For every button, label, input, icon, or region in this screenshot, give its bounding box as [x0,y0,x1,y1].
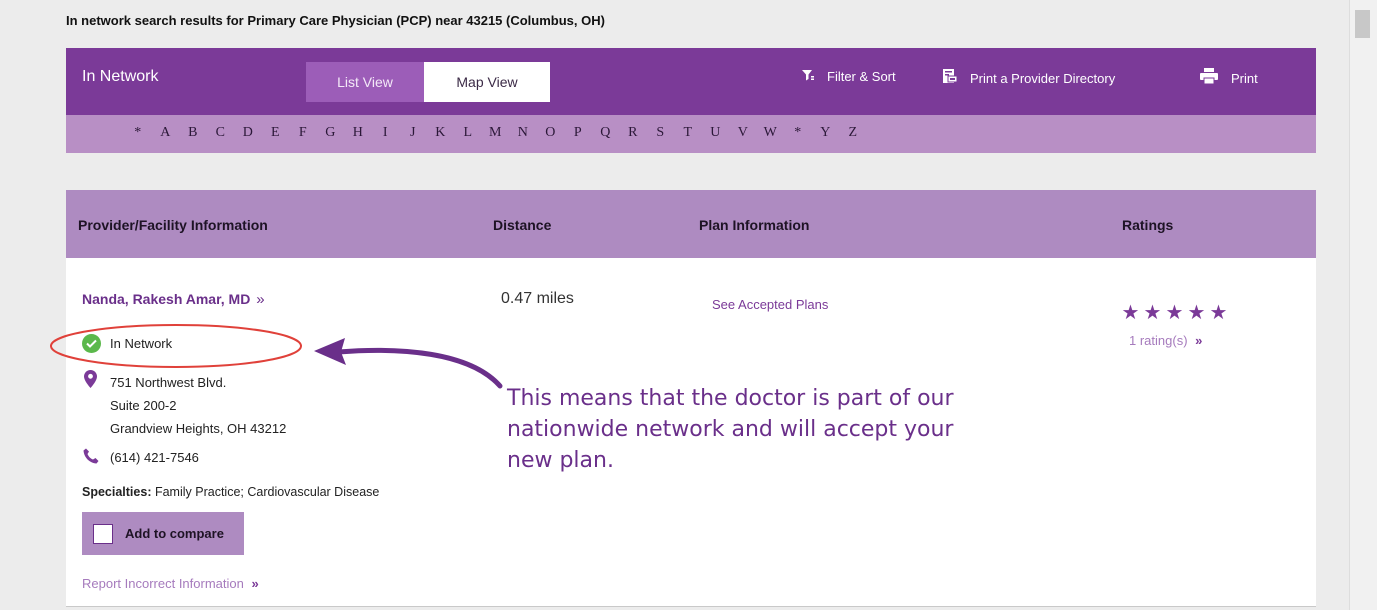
alphabet-letter[interactable]: G [317,125,345,141]
provider-phone: (614) 421-7546 [110,450,199,465]
network-status-text: In Network [110,336,173,351]
specialties-label: Specialties: [82,485,152,499]
directory-print-icon [942,68,958,88]
page: In network search results for Primary Ca… [0,0,1350,610]
alphabet-filter-bar: * A B C D E F G H I J K L M N O P Q R S T U V W * Y Z [66,115,1316,153]
star-icon: ★ [1143,302,1163,324]
alphabet-letter[interactable]: B [179,125,207,141]
alphabet-letter[interactable]: I [372,125,400,141]
alphabet-letter[interactable]: L [454,125,482,141]
check-circle-icon [82,334,101,353]
alphabet-letter[interactable]: A [152,125,180,141]
provider-name-link[interactable]: Nanda, Rakesh Amar, MD » [82,291,265,308]
map-pin-icon [84,370,97,393]
network-status-badge: In Network [82,334,172,353]
filter-sort-button[interactable]: Filter & Sort [801,68,896,85]
print-directory-button[interactable]: Print a Provider Directory [942,68,1115,88]
vertical-scrollbar[interactable] [1349,0,1377,610]
print-button[interactable]: Print [1199,68,1258,88]
rating-count-link[interactable]: 1 rating(s) » [1129,333,1202,348]
column-header-distance: Distance [493,217,552,233]
alphabet-letter[interactable]: Q [592,125,620,141]
toolbar-title: In Network [82,68,159,85]
alphabet-letter[interactable]: V [729,125,757,141]
report-link-arrow: » [251,576,259,591]
column-header-plan: Plan Information [699,217,810,233]
alphabet-letter[interactable]: R [619,125,647,141]
tab-map-view[interactable]: Map View [424,62,550,102]
print-label: Print [1231,70,1258,86]
alphabet-letter[interactable]: P [564,125,592,141]
rating-stars: ★ ★ ★ ★ ★ [1120,300,1230,325]
report-incorrect-info-link[interactable]: Report Incorrect Information » [82,576,259,591]
star-icon: ★ [1165,302,1185,324]
star-icon: ★ [1209,302,1229,324]
alphabet-letter[interactable]: Z [839,125,867,141]
alphabet-letter[interactable]: W [757,125,785,141]
alphabet-letter[interactable]: N [509,125,537,141]
alphabet-letter[interactable]: * [784,125,812,141]
address-line-1: 751 Northwest Blvd. [110,375,227,390]
alphabet-letter[interactable]: Y [812,125,840,141]
alphabet-letter[interactable]: C [207,125,235,141]
column-header-provider: Provider/Facility Information [78,217,268,233]
alphabet-letter[interactable]: D [234,125,262,141]
compare-checkbox[interactable] [93,523,113,544]
filter-icon [801,68,815,85]
scrollbar-thumb[interactable] [1355,10,1370,38]
alphabet-letter[interactable]: F [289,125,317,141]
address-line-2: Suite 200-2 [110,398,177,413]
filter-sort-label: Filter & Sort [827,69,896,84]
alphabet-letter[interactable]: E [262,125,290,141]
alphabet-letter[interactable]: O [537,125,565,141]
address-line-3: Grandview Heights, OH 43212 [110,421,287,436]
rating-count-arrow: » [1195,333,1203,348]
alphabet-letter[interactable]: T [674,125,702,141]
provider-name-arrow: » [256,291,265,308]
add-to-compare-button[interactable]: Add to compare [82,512,244,555]
alphabet-letter[interactable]: J [399,125,427,141]
specialties-value: Family Practice; Cardiovascular Disease [154,485,380,499]
annotation-callout: This means that the doctor is part of ou… [507,386,954,473]
alphabet-letter[interactable]: H [344,125,372,141]
printer-icon [1199,68,1219,88]
alphabet-letter[interactable]: S [647,125,675,141]
provider-distance: 0.47 miles [501,290,574,307]
alphabet-letter[interactable]: U [702,125,730,141]
alphabet-letters: * A B C D E F G H I J K L M N O P Q R S T U V W * Y Z [124,125,867,141]
star-icon: ★ [1187,302,1207,324]
alphabet-letter[interactable]: * [124,125,152,141]
tab-list-view[interactable]: List View [306,62,424,102]
provider-name: Nanda, Rakesh Amar, MD [82,291,251,307]
provider-address: 751 Northwest Blvd. Suite 200-2 Grandvie… [110,371,286,440]
see-accepted-plans-link[interactable]: See Accepted Plans [712,297,828,312]
rating-count: 1 rating(s) [1129,333,1188,348]
results-table-header: Provider/Facility Information Distance P… [66,190,1316,258]
phone-icon [83,448,100,469]
network-toolbar: In Network List View Map View Filter & S… [66,48,1316,115]
alphabet-letter[interactable]: K [427,125,455,141]
report-link-text: Report Incorrect Information [82,576,244,591]
view-toggle: List View Map View [306,62,550,102]
alphabet-letter[interactable]: M [482,125,510,141]
provider-specialties: Specialties: Family Practice; Cardiovasc… [82,485,379,499]
print-directory-label: Print a Provider Directory [970,70,1116,86]
results-title: In network search results for Primary Ca… [66,13,605,28]
column-header-ratings: Ratings [1122,217,1174,233]
star-icon: ★ [1121,302,1141,324]
compare-label: Add to compare [125,526,224,541]
